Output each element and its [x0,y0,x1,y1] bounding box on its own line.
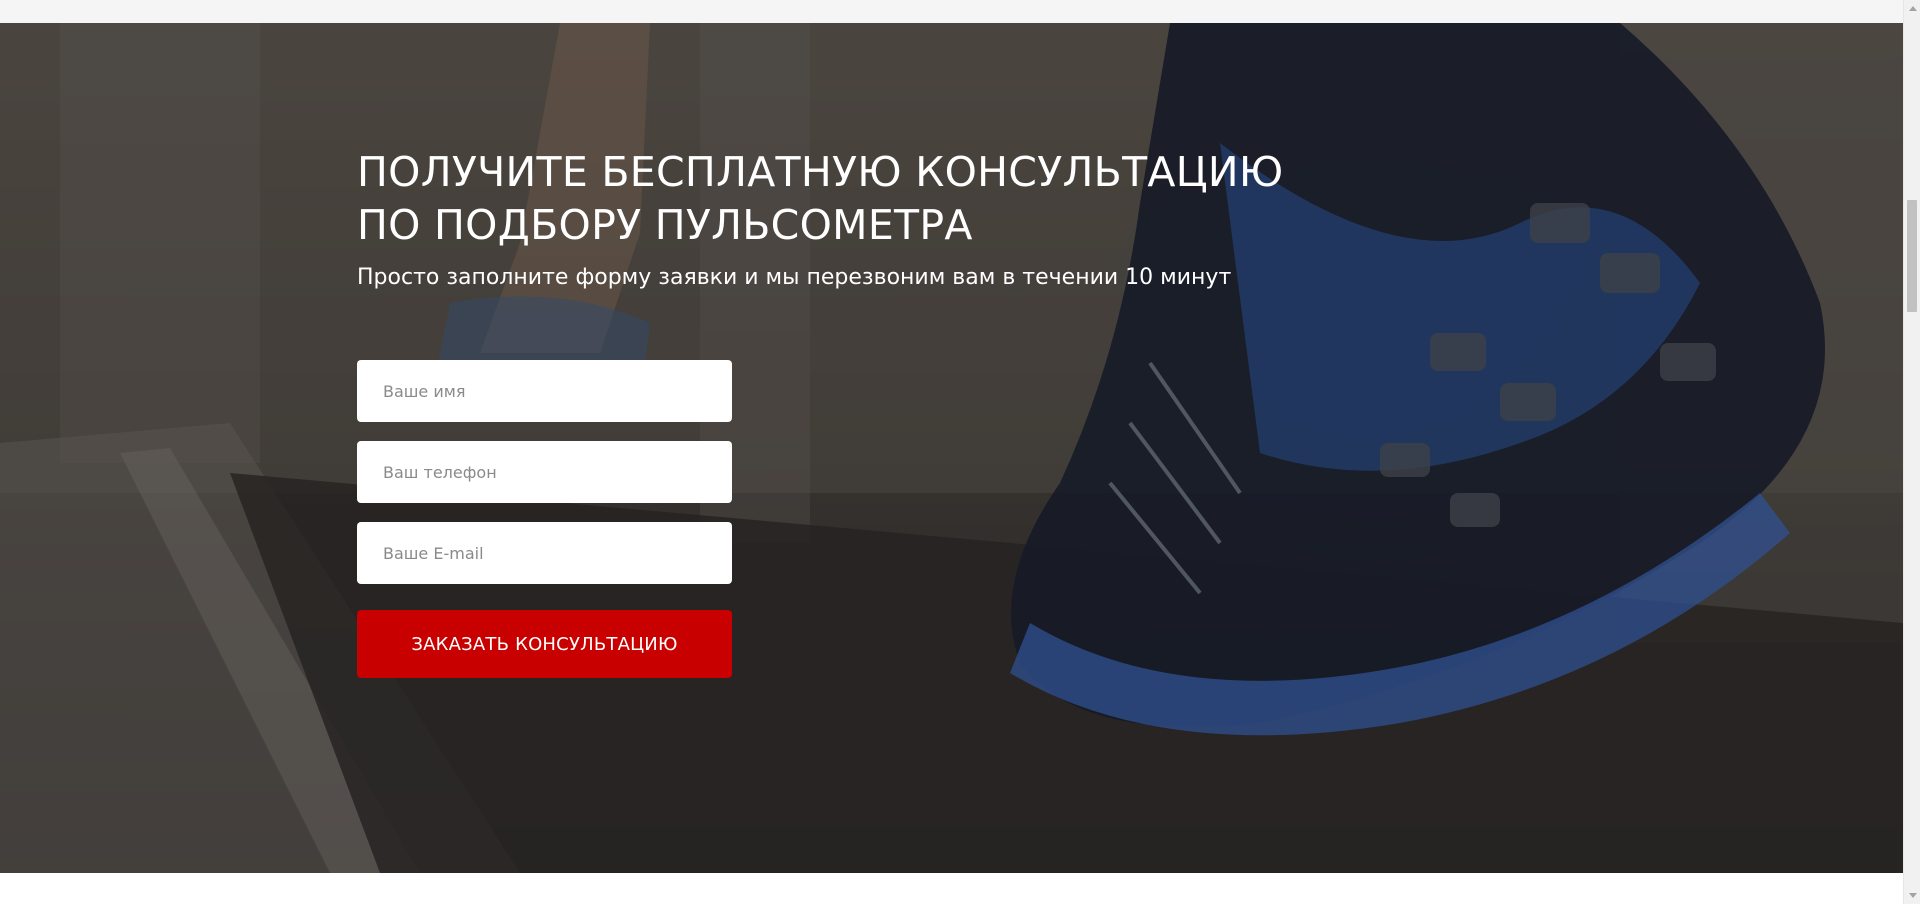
hero-title: ПОЛУЧИТЕ БЕСПЛАТНУЮ КОНСУЛЬТАЦИЮ ПО ПОДБ… [357,146,1357,252]
phone-input[interactable] [357,441,732,503]
top-strip [0,0,1903,23]
next-section-edge [0,873,1903,904]
consultation-form: ЗАКАЗАТЬ КОНСУЛЬТАЦИЮ [357,360,732,678]
page-scrollbar[interactable] [1903,0,1920,904]
scrollbar-thumb[interactable] [1907,200,1917,312]
hero-subtitle: Просто заполните форму заявки и мы перез… [357,265,1232,290]
hero-title-line-1: ПОЛУЧИТЕ БЕСПЛАТНУЮ КОНСУЛЬТАЦИЮ [357,148,1284,196]
page: ПОЛУЧИТЕ БЕСПЛАТНУЮ КОНСУЛЬТАЦИЮ ПО ПОДБ… [0,0,1920,904]
scroll-down-arrow-icon[interactable] [1904,887,1920,904]
hero-content: ПОЛУЧИТЕ БЕСПЛАТНУЮ КОНСУЛЬТАЦИЮ ПО ПОДБ… [357,146,1357,292]
scroll-up-arrow-icon[interactable] [1904,0,1920,17]
order-consultation-button[interactable]: ЗАКАЗАТЬ КОНСУЛЬТАЦИЮ [357,610,732,678]
email-input[interactable] [357,522,732,584]
name-input[interactable] [357,360,732,422]
hero-title-line-2: ПО ПОДБОРУ ПУЛЬСОМЕТРА [357,201,973,249]
